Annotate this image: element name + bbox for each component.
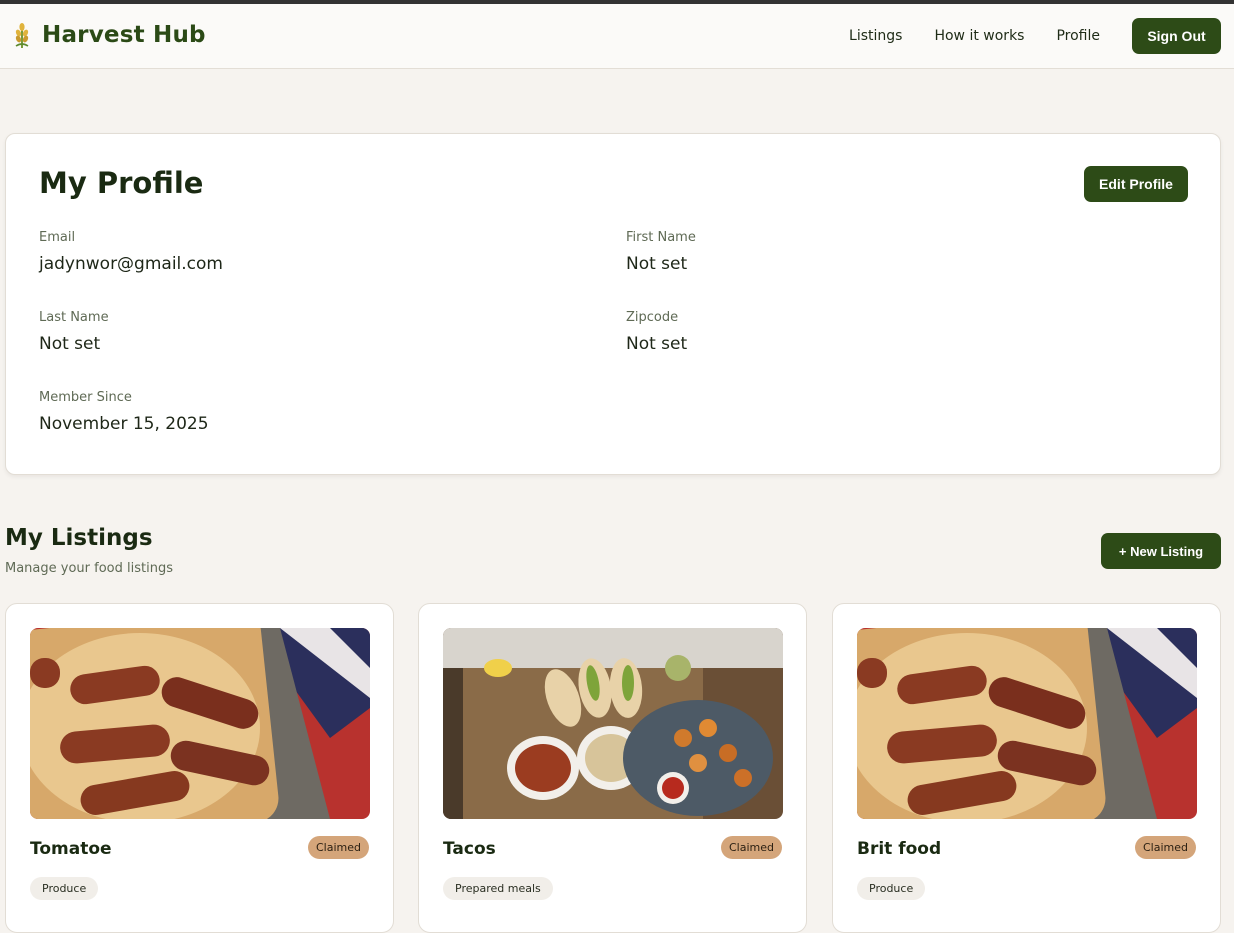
zipcode-label: Zipcode [626,310,679,325]
first-name-value: Not set [626,254,688,274]
listing-image [30,628,370,819]
listings-subtitle: Manage your food listings [5,561,173,576]
wheat-icon [15,23,29,48]
main-nav: Listings How it works Profile Sign Out [849,18,1221,54]
first-name-field: First Name Not set [626,230,696,274]
category-badge: Produce [857,877,926,900]
profile-card: My Profile Edit Profile Email jadynwor@g… [5,133,1221,475]
listing-image [443,628,783,819]
listing-title: Brit food [857,839,942,859]
sign-out-button[interactable]: Sign Out [1132,18,1221,54]
listing-title: Tacos [443,839,496,859]
email-field: Email jadynwor@gmail.com [39,230,223,274]
listing-image [857,628,1197,819]
status-badge: Claimed [1135,836,1196,859]
listing-card[interactable]: Tacos Claimed Prepared meals [418,603,807,933]
member-since-field: Member Since November 15, 2025 [39,390,209,434]
status-badge: Claimed [308,836,369,859]
new-listing-button[interactable]: + New Listing [1101,533,1221,569]
last-name-value: Not set [39,334,101,354]
last-name-field: Last Name Not set [39,310,109,354]
first-name-label: First Name [626,230,696,245]
edit-profile-button[interactable]: Edit Profile [1084,166,1188,202]
brand[interactable]: Harvest Hub [12,22,206,48]
top-nav-bar: Harvest Hub Listings How it works Profil… [0,4,1234,69]
page-title: My Profile [39,166,204,200]
nav-link-how-it-works[interactable]: How it works [934,18,1024,54]
listing-card[interactable]: Tomatoe Claimed Produce [5,603,394,933]
email-label: Email [39,230,76,245]
member-since-label: Member Since [39,390,132,405]
zipcode-field: Zipcode Not set [626,310,687,354]
email-value: jadynwor@gmail.com [39,254,223,274]
nav-link-listings[interactable]: Listings [849,18,902,54]
zipcode-value: Not set [626,334,688,354]
last-name-label: Last Name [39,310,109,325]
app-name: Harvest Hub [42,22,206,48]
category-badge: Produce [30,877,99,900]
member-since-value: November 15, 2025 [39,414,209,434]
listing-card[interactable]: Brit food Claimed Produce [832,603,1221,933]
nav-link-profile[interactable]: Profile [1056,18,1100,54]
listing-title: Tomatoe [30,839,112,859]
category-badge: Prepared meals [443,877,553,900]
status-badge: Claimed [721,836,782,859]
listings-title: My Listings [5,525,153,551]
